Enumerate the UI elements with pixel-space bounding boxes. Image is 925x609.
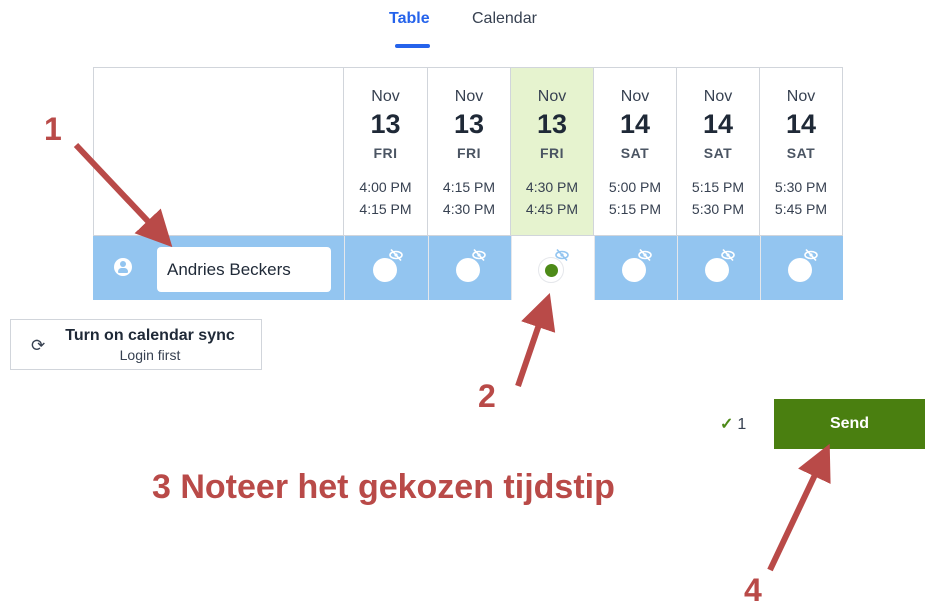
annotation-arrow-1 — [73, 142, 173, 248]
annotation-arrow-4 — [767, 443, 831, 572]
annotation-arrows — [73, 142, 831, 572]
annotation-arrow-2 — [515, 292, 556, 387]
annotation-label-1: 1 — [44, 111, 62, 147]
annotation-label-3: 3 Noteer het gekozen tijdstip — [152, 468, 615, 506]
annotation-label-2: 2 — [478, 378, 496, 414]
annotation-label-4: 4 — [744, 572, 762, 608]
